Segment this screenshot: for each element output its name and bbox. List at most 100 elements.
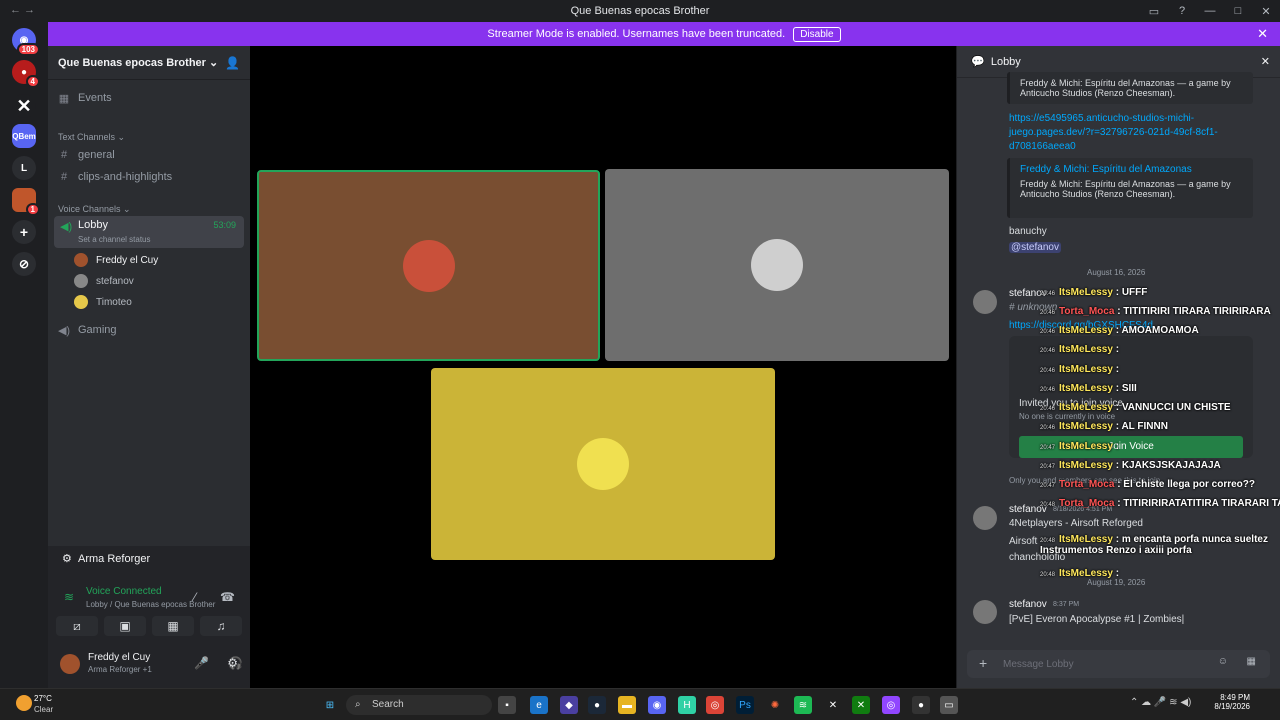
message-text: 4Netplayers - Airsoft Reforged bbox=[1009, 518, 1143, 529]
avatar bbox=[74, 274, 88, 288]
app-h-icon[interactable]: H bbox=[678, 696, 696, 714]
embed-description: Freddy & Michi: Espíritu del Amazonas — … bbox=[1020, 179, 1231, 199]
message-text: Airsoft bbox=[1009, 536, 1038, 547]
channel-general[interactable]: # general bbox=[56, 145, 242, 165]
disable-button[interactable]: Disable bbox=[793, 26, 841, 42]
game-link[interactable]: https://e5495965.anticucho-studios-michi… bbox=[1009, 112, 1239, 154]
start-icon[interactable]: ⊞ bbox=[321, 696, 339, 714]
overlay-timestamp: 20:46 bbox=[1040, 329, 1056, 335]
overlay-username: ItsMeLessy bbox=[1059, 534, 1113, 545]
video-tile-timoteo[interactable] bbox=[431, 368, 775, 560]
channel-status[interactable]: Set a channel status bbox=[78, 235, 151, 244]
inbox-icon[interactable]: ▭ bbox=[1140, 5, 1168, 18]
channel-label: general bbox=[78, 149, 115, 161]
discord-icon[interactable]: ◉ bbox=[648, 696, 666, 714]
discord-home-icon[interactable]: ◉ 103 bbox=[12, 28, 40, 56]
settings-gear-icon[interactable]: ⚙ bbox=[227, 656, 238, 670]
add-user-icon[interactable]: 👤 bbox=[225, 56, 240, 70]
emoji-icon[interactable]: ☺ bbox=[1218, 656, 1228, 667]
my-name[interactable]: Freddy el Cuy bbox=[88, 652, 150, 663]
help-icon[interactable]: ? bbox=[1168, 5, 1196, 17]
overlay-username: ItsMeLessy bbox=[1059, 344, 1113, 355]
channel-clips[interactable]: # clips-and-highlights bbox=[56, 167, 242, 187]
add-server-icon[interactable]: + bbox=[12, 220, 36, 244]
date-divider: August 16, 2026 bbox=[1087, 268, 1146, 277]
author-avatar[interactable] bbox=[973, 290, 997, 314]
message-input[interactable]: + Message Lobby ☺ ▦ bbox=[967, 650, 1270, 678]
chat-title: Lobby bbox=[990, 55, 1021, 68]
server-icon-x[interactable]: ✕ bbox=[12, 94, 36, 118]
chrome-icon[interactable]: ◎ bbox=[706, 696, 724, 714]
overlay-timestamp: 20:46 bbox=[1040, 348, 1056, 354]
minimize-button[interactable]: — bbox=[1196, 5, 1224, 17]
app-icon[interactable]: ◆ bbox=[560, 696, 578, 714]
embed-title[interactable]: Freddy & Michi: Espíritu del Amazonas bbox=[1020, 164, 1243, 175]
overlay-username: ItsMeLessy bbox=[1059, 364, 1113, 375]
server-icon-red[interactable]: ● 4 bbox=[12, 60, 40, 88]
system-tray[interactable]: ⌃ ☁ 🎤 ≋ ◀) bbox=[1130, 697, 1191, 708]
mic-icon[interactable]: 🎤 bbox=[194, 656, 209, 670]
obs-icon[interactable]: ● bbox=[912, 696, 930, 714]
apps-icon[interactable]: ▦ bbox=[1247, 656, 1256, 667]
search-icon: ⌕ bbox=[355, 699, 361, 710]
overlay-timestamp: 20:47 bbox=[1040, 483, 1056, 489]
close-banner-icon[interactable]: ✕ bbox=[1257, 26, 1268, 42]
camera-button[interactable]: ⧄ bbox=[56, 616, 98, 636]
maximize-button[interactable]: □ bbox=[1224, 5, 1252, 17]
video-tile-freddy[interactable] bbox=[257, 170, 600, 361]
discover-icon[interactable]: ⊘ bbox=[12, 252, 36, 276]
close-chat-icon[interactable]: ✕ bbox=[1261, 55, 1270, 68]
channel-lobby[interactable]: ◀) Lobby 53:09 Set a channel status bbox=[54, 216, 244, 248]
text-category[interactable]: Text Channels ⌄ bbox=[58, 132, 125, 143]
mention-badge: 103 bbox=[16, 43, 40, 56]
overlay-message: : bbox=[1115, 364, 1120, 375]
overlay-timestamp: 20:47 bbox=[1040, 445, 1056, 451]
server-icon-food[interactable]: 1 bbox=[12, 188, 40, 216]
task-view-icon[interactable]: ▪ bbox=[498, 696, 516, 714]
voice-user[interactable]: Timoteo bbox=[74, 292, 132, 312]
server-icon-qbem[interactable]: QBem bbox=[12, 124, 36, 148]
photoshop-icon[interactable]: Ps bbox=[736, 696, 754, 714]
voice-category[interactable]: Voice Channels ⌄ bbox=[58, 204, 131, 215]
overlay-timestamp: 20:48 bbox=[1040, 502, 1056, 508]
capcut-icon[interactable]: ✕ bbox=[824, 696, 842, 714]
steam-icon[interactable]: ● bbox=[588, 696, 606, 714]
app-star-icon[interactable]: ✺ bbox=[766, 696, 784, 714]
channel-label: clips-and-highlights bbox=[78, 171, 173, 183]
video-tile-stefanov[interactable] bbox=[605, 169, 949, 361]
server-icon-l[interactable]: L bbox=[12, 156, 36, 180]
noise-suppression-icon[interactable]: ⁄ bbox=[194, 590, 196, 604]
author-avatar[interactable] bbox=[973, 506, 997, 530]
weather-temp[interactable]: 27°C bbox=[34, 694, 52, 703]
clock[interactable]: 8:49 PM 8/19/2026 bbox=[1214, 693, 1250, 711]
disconnect-icon[interactable]: ☎ bbox=[220, 590, 235, 604]
soundboard-button[interactable]: ♫ bbox=[200, 616, 242, 636]
events-item[interactable]: ▦ Events bbox=[56, 88, 242, 108]
date-divider: August 19, 2026 bbox=[1087, 578, 1146, 587]
voice-user[interactable]: Freddy el Cuy bbox=[74, 250, 158, 270]
server-header[interactable]: Que Buenas epocas Brother ⌄ 👤 bbox=[48, 46, 250, 80]
voice-status[interactable]: Voice Connected bbox=[86, 586, 162, 597]
hash-icon: # bbox=[60, 171, 68, 183]
my-avatar[interactable] bbox=[60, 654, 80, 674]
channel-gaming[interactable]: ◀) Gaming bbox=[56, 320, 242, 340]
xbox-icon[interactable]: ✕ bbox=[852, 696, 870, 714]
add-attachment-icon[interactable]: + bbox=[979, 655, 987, 671]
author-avatar[interactable] bbox=[973, 600, 997, 624]
app-window-icon[interactable]: ▭ bbox=[940, 696, 958, 714]
voice-user[interactable]: stefanov bbox=[74, 271, 134, 291]
search-box[interactable]: ⌕ Search bbox=[346, 695, 492, 715]
edge-icon[interactable]: e bbox=[530, 696, 548, 714]
activity-row[interactable]: ⚙ Arma Reforger bbox=[62, 552, 150, 565]
spotify-icon[interactable]: ≋ bbox=[794, 696, 812, 714]
user-mention[interactable]: @stefanov bbox=[1009, 242, 1061, 253]
activities-button[interactable]: ▦ bbox=[152, 616, 194, 636]
close-button[interactable]: ✕ bbox=[1252, 5, 1280, 18]
file-explorer-icon[interactable]: ▬ bbox=[618, 696, 636, 714]
author-name[interactable]: stefanov bbox=[1009, 599, 1047, 610]
screen-share-button[interactable]: ▣ bbox=[104, 616, 146, 636]
overlay-chat-line: 20:46 ItsMeLessy : bbox=[1040, 344, 1119, 355]
app-purple-icon[interactable]: ◎ bbox=[882, 696, 900, 714]
text-category-label: Text Channels bbox=[58, 132, 116, 142]
clock-time: 8:49 PM bbox=[1220, 693, 1250, 702]
